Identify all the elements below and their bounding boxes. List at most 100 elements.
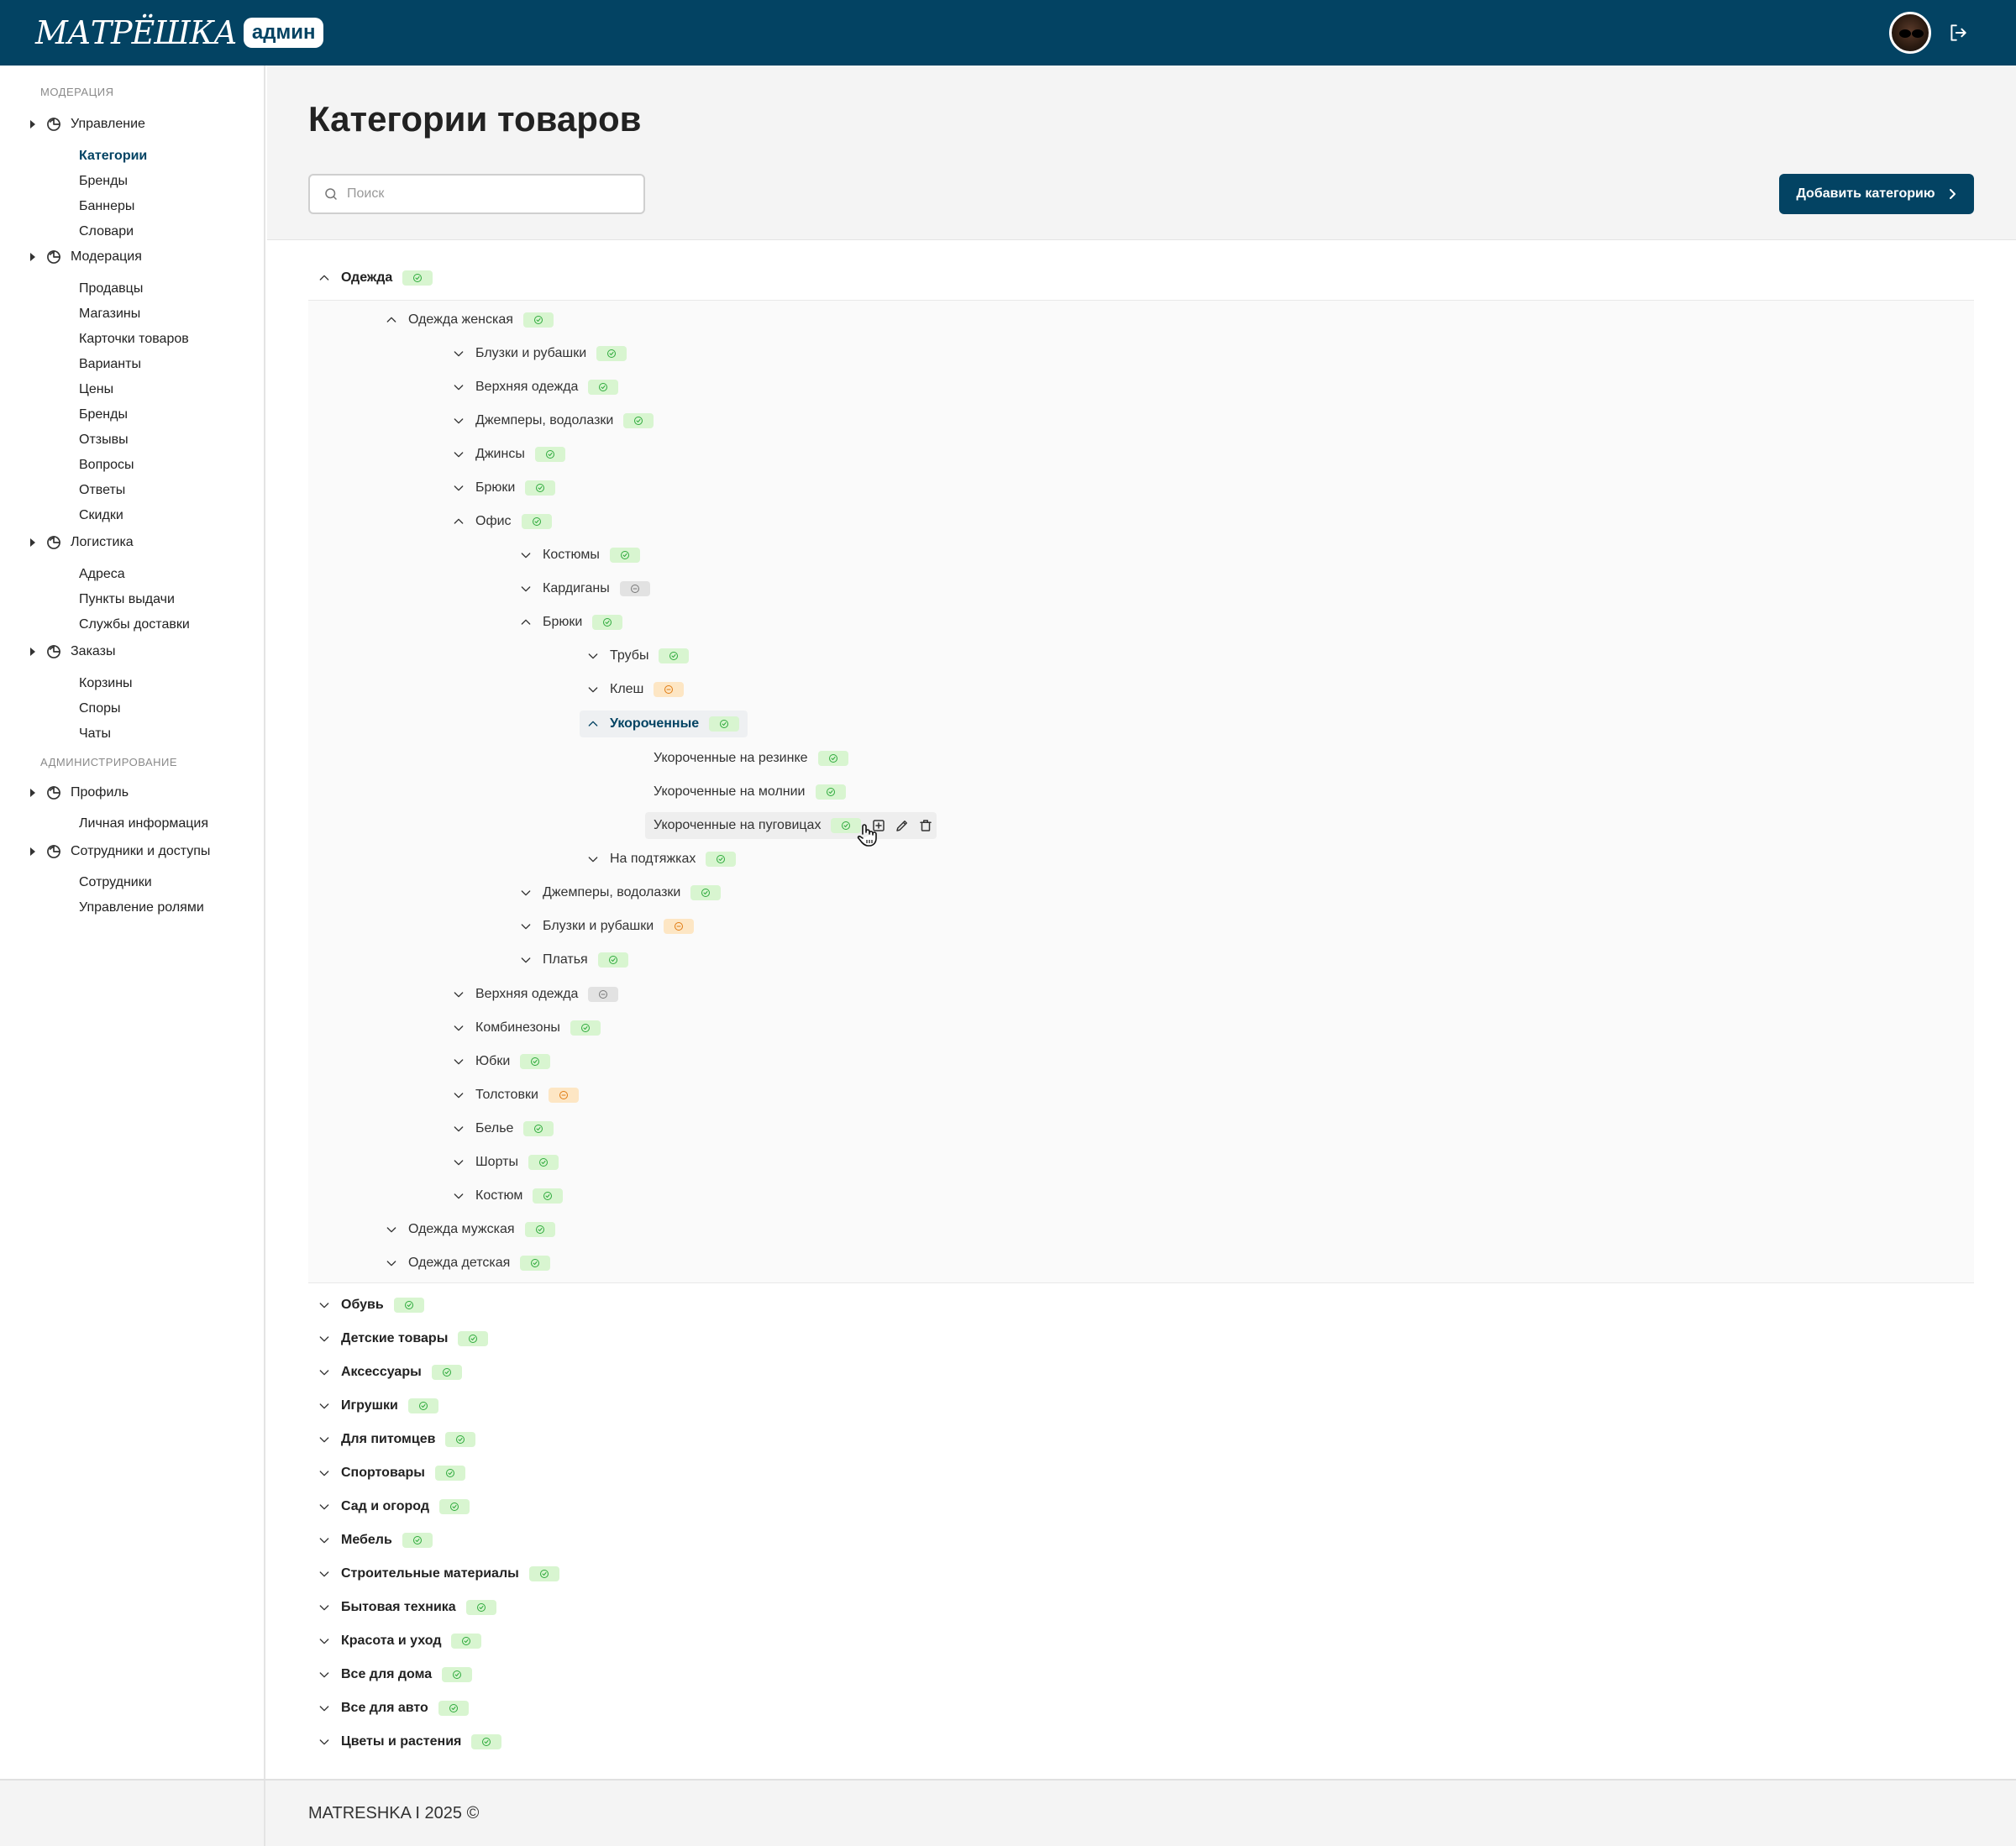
tree-node[interactable]: Офис — [452, 508, 552, 535]
sidebar-item[interactable]: Адреса — [79, 565, 125, 584]
tree-node[interactable]: Для питомцев — [318, 1426, 476, 1453]
tree-node[interactable]: Строительные материалы — [318, 1560, 559, 1587]
tree-node[interactable]: Блузки и рубашки — [519, 913, 695, 940]
logo[interactable]: МАТРЁШКА админ — [35, 14, 324, 51]
tree-node[interactable]: Джемперы, водолазки — [452, 407, 654, 434]
sidebar-item[interactable]: Пункты выдачи — [79, 590, 175, 609]
tree-node-label: Шорты — [475, 1155, 518, 1169]
chevron-down-icon — [319, 1672, 329, 1678]
row-actions — [871, 818, 933, 833]
tree-node[interactable]: Верхняя одежда — [452, 374, 619, 401]
tree-node[interactable]: Красота и уход — [318, 1628, 482, 1655]
tree-node[interactable]: Костюм — [452, 1183, 564, 1209]
sidebar-item[interactable]: Личная информация — [79, 815, 208, 833]
tree-leaf-item[interactable]: Укороченные на молнии — [654, 779, 846, 805]
sidebar-item[interactable]: Отзывы — [79, 431, 129, 449]
tree-node[interactable]: Игрушки — [318, 1392, 438, 1419]
logout-icon[interactable] — [1947, 22, 1969, 44]
tree-node[interactable]: Все для авто — [318, 1695, 469, 1722]
check-circle-icon — [539, 1570, 549, 1578]
sidebar-item[interactable]: Споры — [79, 700, 121, 718]
sidebar-item[interactable]: Категории — [79, 147, 147, 165]
tree-node[interactable]: Одежда женская — [385, 307, 554, 333]
chevron-down-icon — [319, 1303, 329, 1308]
trash-icon[interactable] — [918, 818, 933, 833]
tree-node[interactable]: Кардиганы — [519, 575, 650, 602]
status-badge — [520, 1054, 551, 1069]
tree-node[interactable]: Цветы и растения — [318, 1728, 502, 1755]
tree-node[interactable]: Платья — [519, 947, 628, 973]
sidebar-item[interactable]: Сотрудники — [79, 873, 152, 892]
edit-icon[interactable] — [895, 818, 910, 833]
sidebar-item[interactable]: Службы доставки — [79, 616, 190, 634]
search-box[interactable] — [308, 174, 645, 214]
check-circle-icon — [450, 1502, 459, 1511]
tree-node[interactable]: Толстовки — [452, 1082, 579, 1109]
tree-node[interactable]: Обувь — [318, 1292, 424, 1319]
sidebar-item[interactable]: Варианты — [79, 355, 141, 374]
chevron-up-icon — [454, 518, 464, 524]
tree-node[interactable]: Бытовая техника — [318, 1594, 496, 1621]
sidebar-item[interactable]: Корзины — [79, 674, 133, 693]
search-input[interactable] — [347, 186, 633, 202]
tree-leaf-item[interactable]: Укороченные на пуговицах — [645, 812, 937, 839]
sidebar-item[interactable]: Баннеры — [79, 197, 134, 216]
tree-node[interactable]: Укороченные — [580, 711, 748, 737]
tree-node[interactable]: На подтяжках — [586, 846, 737, 873]
sidebar-item[interactable]: Бренды — [79, 406, 128, 424]
tree-node[interactable]: Сад и огород — [318, 1493, 470, 1520]
sidebar-group[interactable]: Управление — [30, 114, 145, 134]
tree-node[interactable]: Белье — [452, 1115, 554, 1142]
sidebar-group[interactable]: Профиль — [30, 783, 129, 803]
tree-node[interactable]: Детские товары — [318, 1325, 489, 1352]
tree-node[interactable]: Верхняя одежда — [452, 981, 619, 1008]
sidebar-item[interactable]: Карточки товаров — [79, 330, 189, 349]
tree-node[interactable]: Брюки — [519, 609, 623, 636]
chevron-up-icon — [386, 317, 396, 323]
tree-node[interactable]: Джемперы, водолазки — [519, 879, 722, 906]
tree-node[interactable]: Трубы — [586, 642, 690, 669]
sidebar-item[interactable]: Вопросы — [79, 456, 134, 475]
logo-badge: админ — [243, 18, 324, 48]
tree-node-label: Белье — [475, 1121, 514, 1135]
sidebar-item[interactable]: Цены — [79, 380, 113, 399]
chevron-down-icon — [319, 1437, 329, 1443]
sidebar-group[interactable]: Сотрудники и доступы — [30, 842, 210, 862]
tree-node[interactable]: Все для дома — [318, 1661, 473, 1688]
tree-node[interactable]: Спортовары — [318, 1460, 465, 1487]
add-category-button[interactable]: Добавить категорию — [1779, 174, 1974, 214]
sidebar-item[interactable]: Бренды — [79, 172, 128, 191]
tree-node-label: Джемперы, водолазки — [475, 413, 614, 427]
avatar[interactable] — [1889, 12, 1931, 54]
sidebar-group-label: Логистика — [71, 535, 134, 549]
sidebar-item[interactable]: Ответы — [79, 481, 125, 500]
tree-node[interactable]: Одежда детская — [385, 1250, 551, 1277]
sidebar-item[interactable]: Чаты — [79, 725, 111, 743]
tree-leaf-item[interactable]: Укороченные на резинке — [654, 745, 848, 772]
tree-node[interactable]: Юбки — [452, 1048, 551, 1075]
status-badge — [525, 480, 556, 496]
tree-node[interactable]: Джинсы — [452, 441, 565, 468]
sidebar-group[interactable]: Логистика — [30, 532, 134, 553]
chart-icon — [47, 845, 60, 858]
check-circle-icon — [469, 1335, 478, 1343]
sidebar-item[interactable]: Управление ролями — [79, 899, 204, 917]
tree-node[interactable]: Мебель — [318, 1527, 433, 1554]
status-badge — [523, 1121, 554, 1136]
sidebar-item[interactable]: Продавцы — [79, 280, 143, 298]
tree-node[interactable]: Аксессуары — [318, 1359, 462, 1386]
sidebar-item[interactable]: Словари — [79, 223, 134, 241]
sidebar-item[interactable]: Скидки — [79, 506, 123, 525]
sidebar-item[interactable]: Магазины — [79, 305, 140, 323]
tree-node[interactable]: Брюки — [452, 475, 556, 501]
sidebar-group[interactable]: Заказы — [30, 642, 115, 662]
tree-node[interactable]: Одежда — [318, 265, 433, 291]
tree-node[interactable]: Блузки и рубашки — [452, 340, 627, 367]
tree-node[interactable]: Шорты — [452, 1149, 559, 1176]
tree-node[interactable]: Одежда мужская — [385, 1216, 555, 1243]
tree-node-label: Одежда — [341, 270, 393, 285]
tree-node[interactable]: Клеш — [586, 676, 685, 703]
tree-node[interactable]: Костюмы — [519, 542, 640, 569]
sidebar-group[interactable]: Модерация — [30, 247, 142, 267]
tree-node[interactable]: Комбинезоны — [452, 1015, 601, 1041]
